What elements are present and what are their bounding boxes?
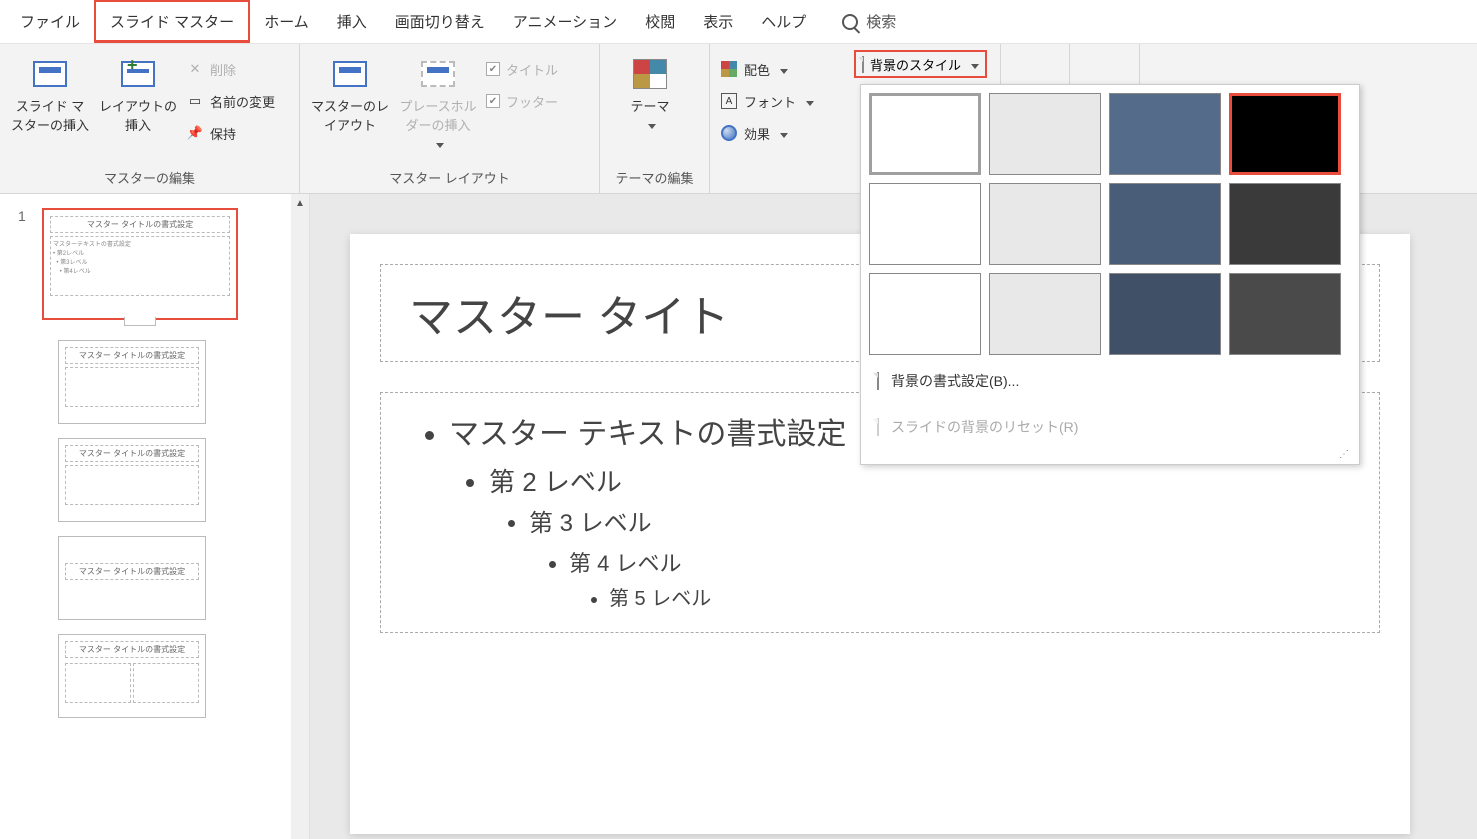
theme-button[interactable]: テーマ <box>610 50 690 164</box>
search-label: 検索 <box>866 11 896 32</box>
insert-placeholder-button: プレースホルダーの挿入 <box>398 50 478 164</box>
bg-swatch-9[interactable] <box>989 273 1101 355</box>
bg-swatch-11[interactable] <box>1229 273 1341 355</box>
format-background-item[interactable]: 背景の書式設定(B)... <box>869 361 1351 401</box>
group-label-master-edit: マスターの編集 <box>10 164 289 193</box>
bg-swatch-8[interactable] <box>869 273 981 355</box>
bg-swatch-3[interactable] <box>1229 93 1341 175</box>
tab-file[interactable]: ファイル <box>6 0 94 43</box>
master-layout-icon <box>333 61 367 87</box>
background-styles-button[interactable]: 背景のスタイル <box>854 50 987 78</box>
reset-background-item: スライドの背景のリセット(R) <box>869 407 1351 447</box>
checkbox-icon <box>486 62 500 76</box>
search-box[interactable]: 検索 <box>828 0 910 43</box>
preserve-button[interactable]: 📌 保持 <box>186 120 275 146</box>
thumbnail-layout-4[interactable]: マスター タイトルの書式設定 <box>58 634 206 718</box>
colors-button[interactable]: 配色 <box>720 56 814 82</box>
slide-master-icon <box>33 61 67 87</box>
tab-transition[interactable]: 画面切り替え <box>381 0 499 43</box>
thumbnail-layout-3[interactable]: マスター タイトルの書式設定 <box>58 536 206 620</box>
bg-swatch-10[interactable] <box>1109 273 1221 355</box>
bg-swatch-7[interactable] <box>1229 183 1341 265</box>
bg-swatch-0[interactable] <box>869 93 981 175</box>
tab-home[interactable]: ホーム <box>250 0 323 43</box>
tab-bar: ファイル スライド マスター ホーム 挿入 画面切り替え アニメーション 校閲 … <box>0 0 1477 44</box>
preserve-icon: 📌 <box>186 124 204 142</box>
insert-layout-button[interactable]: + レイアウトの挿入 <box>98 50 178 164</box>
effects-icon <box>721 125 737 141</box>
tab-insert[interactable]: 挿入 <box>323 0 381 43</box>
colors-icon <box>721 61 737 77</box>
fonts-button[interactable]: A フォント <box>720 88 814 114</box>
swatch-grid <box>869 93 1351 355</box>
group-theme-edit: テーマ テーマの編集 <box>600 44 710 193</box>
group-master-edit: スライド マスターの挿入 + レイアウトの挿入 ✕ 削除 ▭ 名前の変更 📌 保… <box>0 44 300 193</box>
thumbnail-scrollbar[interactable]: ▲ <box>291 194 309 839</box>
tab-review[interactable]: 校閲 <box>631 0 689 43</box>
bg-swatch-4[interactable] <box>869 183 981 265</box>
rename-icon: ▭ <box>186 92 204 110</box>
reset-bg-icon <box>877 418 879 436</box>
slide-number: 1 <box>18 208 32 224</box>
group-label-master-layout: マスター レイアウト <box>310 164 589 193</box>
background-styles-dropdown: 背景の書式設定(B)... スライドの背景のリセット(R) ⋰ <box>860 84 1360 465</box>
master-layout-button[interactable]: マスターのレイアウト <box>310 50 390 164</box>
format-bg-icon <box>877 372 879 390</box>
resize-grip[interactable]: ⋰ <box>869 447 1351 460</box>
thumbnail-layout-2[interactable]: マスター タイトルの書式設定 <box>58 438 206 522</box>
bg-swatch-1[interactable] <box>989 93 1101 175</box>
bg-swatch-6[interactable] <box>1109 183 1221 265</box>
footer-checkbox: フッター <box>486 88 558 114</box>
title-checkbox: タイトル <box>486 56 558 82</box>
scroll-up-icon[interactable]: ▲ <box>291 194 309 212</box>
theme-icon <box>633 59 667 89</box>
tab-help[interactable]: ヘルプ <box>747 0 820 43</box>
thumbnail-layout-1[interactable]: マスター タイトルの書式設定 <box>58 340 206 424</box>
bg-swatch-5[interactable] <box>989 183 1101 265</box>
tab-view[interactable]: 表示 <box>689 0 747 43</box>
insert-slide-master-button[interactable]: スライド マスターの挿入 <box>10 50 90 164</box>
search-icon <box>842 14 858 30</box>
placeholder-icon <box>421 61 455 87</box>
group-label-theme-edit: テーマの編集 <box>610 164 699 193</box>
rename-button[interactable]: ▭ 名前の変更 <box>186 88 275 114</box>
checkbox-icon <box>486 94 500 108</box>
thumbnail-master[interactable]: マスター タイトルの書式設定 マスターテキストの書式設定• 第2レベル • 第3… <box>42 208 238 320</box>
delete-button: ✕ 削除 <box>186 56 275 82</box>
layout-icon: + <box>121 61 155 87</box>
bg-swatch-2[interactable] <box>1109 93 1221 175</box>
effects-button[interactable]: 効果 <box>720 120 814 146</box>
bg-style-icon <box>862 56 864 73</box>
tab-slide-master[interactable]: スライド マスター <box>94 0 250 43</box>
font-icon: A <box>721 93 737 109</box>
delete-icon: ✕ <box>186 60 204 78</box>
tab-animation[interactable]: アニメーション <box>499 0 631 43</box>
group-master-layout: マスターのレイアウト プレースホルダーの挿入 タイトル フッター マスター レイ… <box>300 44 600 193</box>
thumbnail-panel: 1 マスター タイトルの書式設定 マスターテキストの書式設定• 第2レベル • … <box>0 194 310 839</box>
